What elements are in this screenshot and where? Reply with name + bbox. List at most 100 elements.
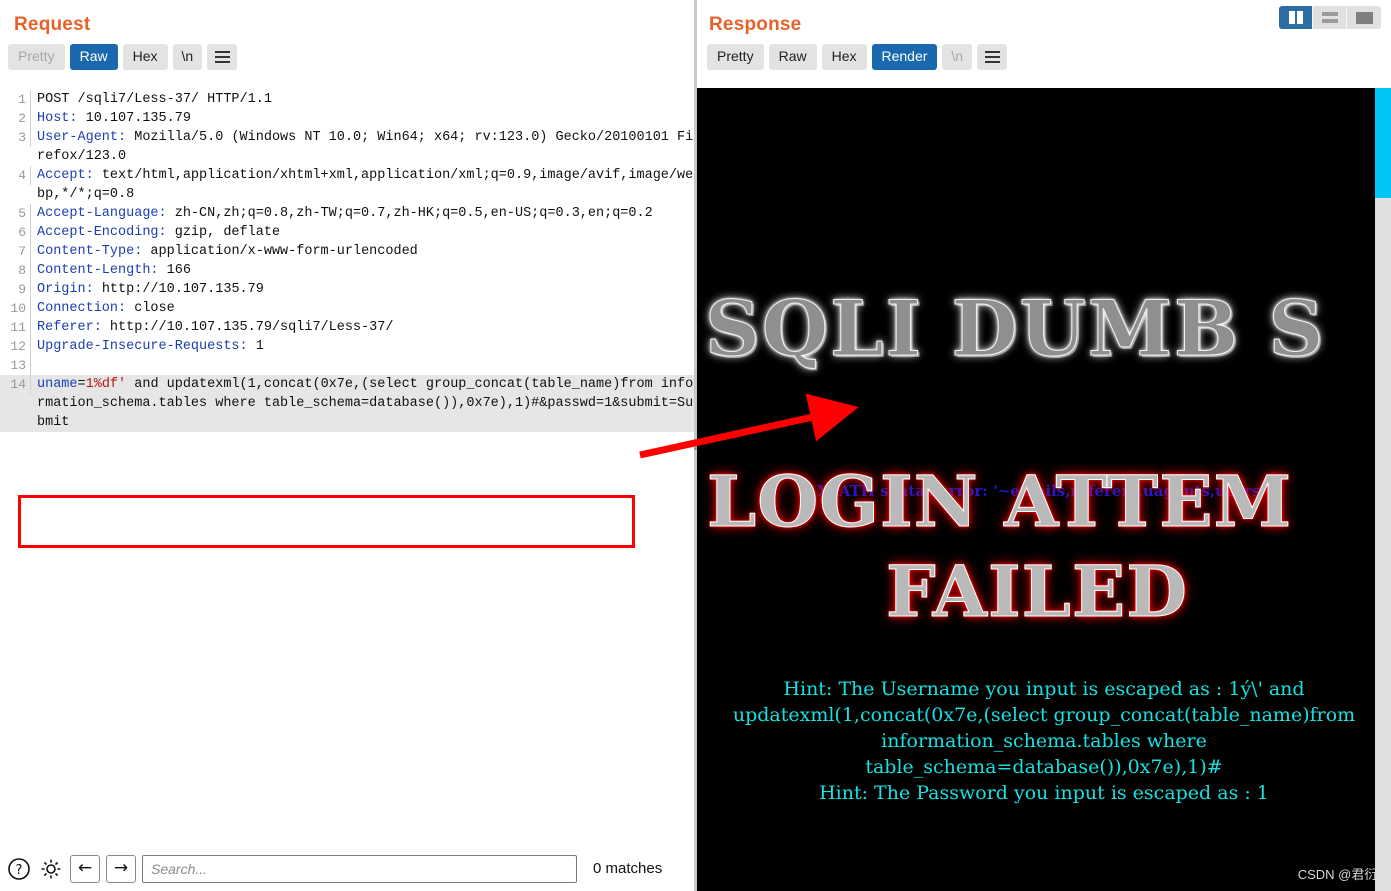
login-attempt-banner: LOGIN ATTEM	[706, 460, 1293, 544]
request-line: 8 Content-Length: 166	[0, 261, 694, 280]
line-content: Host: 10.107.135.79	[31, 109, 694, 128]
request-pane: Request Pretty Raw Hex \n 1 POST /sqli7/…	[0, 0, 694, 891]
line-number: 4	[0, 166, 31, 185]
line-content: POST /sqli7/Less-37/ HTTP/1.1	[37, 92, 272, 107]
burp-repeater-window: Request Pretty Raw Hex \n 1 POST /sqli7/…	[0, 0, 1391, 891]
line-number: 13	[0, 356, 31, 375]
hint-block: Hint: The Username you input is escaped …	[705, 676, 1383, 806]
line-content: Referer: http://10.107.135.79/sqli7/Less…	[31, 318, 694, 337]
hint-line: information_schema.tables where table_sc…	[865, 730, 1223, 778]
header-value: 10.107.135.79	[77, 111, 191, 126]
request-line: 3 User-Agent: Mozilla/5.0 (Windows NT 10…	[0, 128, 694, 166]
request-tab-raw[interactable]: Raw	[69, 44, 118, 70]
request-tabbar: Pretty Raw Hex \n	[0, 36, 694, 78]
header-name: Accept-Encoding:	[37, 225, 167, 240]
request-tab-pretty[interactable]: Pretty	[8, 44, 65, 70]
response-tab-pretty[interactable]: Pretty	[707, 44, 764, 70]
search-input[interactable]	[142, 854, 577, 883]
line-number: 7	[0, 242, 31, 261]
response-tab-raw[interactable]: Raw	[768, 44, 817, 70]
line-content: uname=1%df' and updatexml(1,concat(0x7e,…	[31, 375, 694, 432]
header-name: Origin:	[37, 282, 94, 297]
response-scrollbar-thumb[interactable]	[1375, 88, 1391, 198]
line-number: 6	[0, 223, 31, 242]
header-name: Referer:	[37, 320, 102, 335]
header-value: gzip, deflate	[166, 225, 281, 240]
header-name: Accept:	[37, 168, 94, 183]
response-tabbar: Pretty Raw Hex Render \n	[697, 36, 1391, 78]
line-content: Connection: close	[31, 299, 694, 318]
help-icon[interactable]: ?	[6, 856, 32, 882]
failed-banner: FAILED	[886, 550, 1188, 634]
request-line: 4 Accept: text/html,application/xhtml+xm…	[0, 166, 694, 204]
body-param-name: uname	[37, 377, 78, 392]
payload-annotation-box	[18, 495, 635, 548]
header-value: zh-CN,zh;q=0.8,zh-TW;q=0.7,zh-HK;q=0.5,e…	[166, 206, 653, 221]
response-tab-newline[interactable]: \n	[942, 44, 973, 70]
header-value: application/x-www-form-urlencoded	[142, 244, 418, 259]
hint-line: Hint: The Password you input is escaped …	[819, 782, 1269, 804]
gear-icon[interactable]	[38, 856, 64, 882]
header-name: Upgrade-Insecure-Requests:	[37, 339, 248, 354]
request-search-bar: ? ← → 0 matches	[0, 845, 694, 891]
line-content: Accept-Encoding: gzip, deflate	[31, 223, 694, 242]
layout-horizontal-split-button[interactable]	[1313, 6, 1347, 29]
rendered-page: SQLI DUMB S XPATH syntax error: '~emails…	[697, 88, 1391, 891]
header-value: http://10.107.135.79	[93, 282, 264, 297]
header-name: Content-Length:	[37, 263, 159, 278]
line-number: 5	[0, 204, 31, 223]
horizontal-split-icon	[1321, 12, 1338, 23]
line-number: 12	[0, 337, 31, 356]
response-tab-hex[interactable]: Hex	[821, 44, 867, 70]
layout-vertical-split-button[interactable]	[1279, 6, 1313, 29]
request-editor[interactable]: 1 POST /sqli7/Less-37/ HTTP/1.1 2 Host: …	[0, 90, 694, 845]
request-line: 7 Content-Type: application/x-www-form-u…	[0, 242, 694, 261]
response-pane: Response Pretty Raw Hex Render \n SQLI D…	[697, 0, 1391, 891]
response-render-view[interactable]: SQLI DUMB S XPATH syntax error: '~emails…	[697, 88, 1391, 891]
line-number: 2	[0, 109, 31, 128]
request-line: 11 Referer: http://10.107.135.79/sqli7/L…	[0, 318, 694, 337]
header-name: Host:	[37, 111, 78, 126]
line-content: Content-Type: application/x-www-form-url…	[31, 242, 694, 261]
single-pane-icon	[1355, 11, 1373, 24]
line-content: Accept-Language: zh-CN,zh;q=0.8,zh-TW;q=…	[31, 204, 694, 223]
header-value: Mozilla/5.0 (Windows NT 10.0; Win64; x64…	[37, 130, 694, 164]
search-next-button[interactable]: →	[106, 854, 136, 883]
header-value: 1	[247, 339, 264, 354]
request-line: 12 Upgrade-Insecure-Requests: 1	[0, 337, 694, 356]
line-content: User-Agent: Mozilla/5.0 (Windows NT 10.0…	[31, 128, 694, 166]
header-name: Content-Type:	[37, 244, 143, 259]
request-panel-title: Request	[14, 14, 91, 35]
header-name: Connection:	[37, 301, 127, 316]
vertical-split-icon	[1288, 11, 1303, 24]
line-content: Accept: text/html,application/xhtml+xml,…	[31, 166, 694, 204]
response-menu-icon[interactable]	[977, 44, 1008, 70]
search-prev-button[interactable]: ←	[70, 854, 100, 883]
line-number: 9	[0, 280, 31, 299]
body-payload-value: 1%df'	[85, 377, 127, 392]
header-value: close	[126, 301, 175, 316]
header-name: Accept-Language:	[37, 206, 167, 221]
request-line: 13	[0, 356, 694, 375]
line-content: Upgrade-Insecure-Requests: 1	[31, 337, 694, 356]
request-tab-newline[interactable]: \n	[172, 44, 203, 70]
header-value: http://10.107.135.79/sqli7/Less-37/	[101, 320, 394, 335]
line-number: 8	[0, 261, 31, 280]
header-value: text/html,application/xhtml+xml,applicat…	[37, 168, 694, 202]
line-content: Content-Length: 166	[31, 261, 694, 280]
layout-single-pane-button[interactable]	[1347, 6, 1381, 29]
body-payload-rest: and updatexml(1,concat(0x7e,(select grou…	[37, 377, 694, 430]
request-menu-icon[interactable]	[207, 44, 238, 70]
request-line: 1 POST /sqli7/Less-37/ HTTP/1.1	[0, 90, 694, 109]
body-equals: =	[77, 377, 86, 392]
line-number: 14	[0, 375, 31, 394]
header-name: User-Agent:	[37, 130, 127, 145]
request-line: 5 Accept-Language: zh-CN,zh;q=0.8,zh-TW;…	[0, 204, 694, 223]
layout-switch-group	[1279, 6, 1381, 29]
response-scrollbar[interactable]	[1375, 88, 1391, 891]
line-content: Origin: http://10.107.135.79	[31, 280, 694, 299]
line-number: 1	[0, 90, 31, 109]
response-tab-render[interactable]: Render	[871, 44, 938, 70]
request-tab-hex[interactable]: Hex	[122, 44, 168, 70]
hint-line: updatexml(1,concat(0x7e,(select group_co…	[732, 704, 1356, 726]
